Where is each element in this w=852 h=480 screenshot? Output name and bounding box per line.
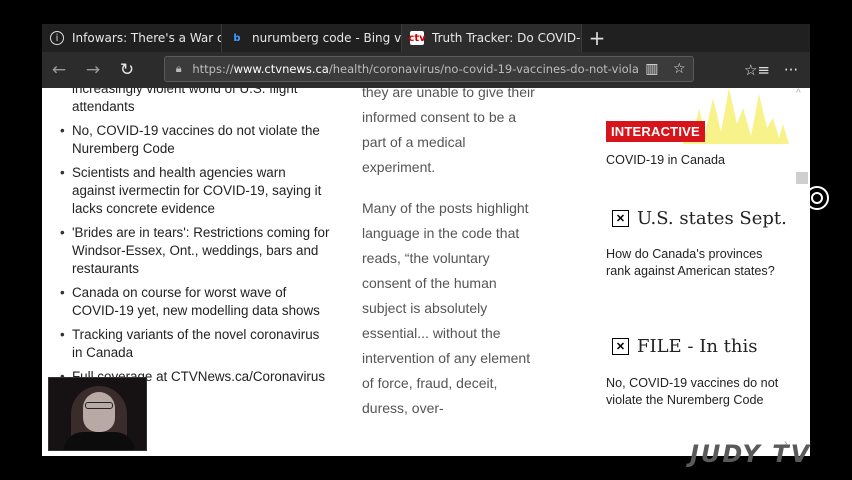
info-circle-icon: i — [50, 31, 64, 45]
image-alt-text: FILE - In this — [637, 336, 758, 357]
record-button[interactable] — [805, 186, 829, 210]
favorites-list-icon: ☆≡ — [743, 61, 770, 79]
sidebar-image[interactable]: ✕ U.S. states Sept. — [612, 208, 787, 229]
tab-bar: i Infowars: There's a War on F b nurumbe… — [42, 24, 810, 52]
lock-icon: 🔒︎ — [175, 62, 182, 75]
sidebar-headline[interactable]: How do Canada's provinces rank against A… — [606, 246, 786, 280]
url-text[interactable]: https://www.ctvnews.ca/health/coronaviru… — [192, 62, 638, 76]
article-paragraph: Many of the posts highlight language in … — [362, 200, 531, 416]
broken-image-icon: ✕ — [612, 210, 629, 227]
related-link[interactable]: 'Brides are in tears': Restrictions comi… — [60, 224, 332, 278]
tab-infowars[interactable]: i Infowars: There's a War on F — [42, 24, 222, 52]
image-alt-text: U.S. states Sept. — [637, 208, 787, 229]
sidebar-image[interactable]: ✕ FILE - In this — [612, 336, 757, 357]
address-bar[interactable]: 🔒︎ https://www.ctvnews.ca/health/coronav… — [164, 56, 694, 82]
scroll-up-arrow[interactable]: ^ — [796, 88, 801, 99]
article-paragraph: they are unable to give their informed c… — [362, 88, 535, 175]
scrollbar-thumb[interactable] — [796, 172, 808, 184]
browser-toolbar: ← → ↻ 🔒︎ https://www.ctvnews.ca/health/c… — [42, 52, 810, 88]
bing-icon: b — [233, 32, 241, 44]
favorite-star-icon[interactable]: ☆ — [666, 61, 693, 77]
related-links-list: No, COVID-19 vaccines do not violate the… — [60, 122, 332, 386]
refresh-button[interactable]: ↻ — [110, 52, 144, 88]
broken-image-icon: ✕ — [612, 338, 629, 355]
tab-truth-tracker[interactable]: ctv Truth Tracker: Do COVID-19 — [402, 24, 582, 52]
favorites-bar-button[interactable]: ☆≡ — [740, 52, 774, 88]
refresh-icon: ↻ — [119, 60, 135, 80]
related-link[interactable]: Tracking variants of the novel coronavir… — [60, 326, 332, 362]
related-link[interactable]: No, COVID-19 vaccines do not violate the… — [60, 122, 332, 158]
browser-window: i Infowars: There's a War on F b nurumbe… — [42, 24, 810, 456]
ellipsis-icon: ··· — [783, 61, 799, 79]
tab-label: nurumberg code - Bing vide — [252, 31, 401, 45]
interactive-badge: INTERACTIVE — [606, 121, 705, 142]
arrow-right-icon: → — [85, 60, 101, 80]
ctv-icon: ctv — [408, 31, 426, 45]
channel-watermark: JUDY TV — [690, 440, 812, 468]
webcam-person-face — [83, 392, 115, 432]
sidebar-headline[interactable]: COVID-19 in Canada — [606, 152, 786, 169]
related-link[interactable]: Scientists and health agencies warn agai… — [60, 164, 332, 218]
forward-button[interactable]: → — [76, 52, 110, 88]
reading-view-icon[interactable]: ▥ — [638, 61, 665, 77]
tab-label: Truth Tracker: Do COVID-19 — [432, 31, 581, 45]
related-links-column: increasingly violent world of U.S. fligh… — [60, 88, 332, 392]
webcam-overlay — [48, 377, 147, 451]
tab-bing[interactable]: b nurumberg code - Bing vide — [222, 24, 402, 52]
article-body: they are unable to give their informed c… — [362, 88, 542, 437]
arrow-left-icon: ← — [51, 60, 67, 80]
more-options-button[interactable]: ··· — [774, 52, 808, 88]
related-link-fragment[interactable]: increasingly violent world of U.S. fligh… — [72, 88, 332, 116]
url-path: /health/coronavirus/no-covid-19-vaccines… — [328, 62, 639, 76]
related-link[interactable]: Canada on course for worst wave of COVID… — [60, 284, 332, 320]
tab-label: Infowars: There's a War on F — [72, 31, 221, 45]
back-button[interactable]: ← — [42, 52, 76, 88]
url-prefix: https:// — [192, 62, 234, 76]
webcam-person-body — [63, 432, 135, 450]
web-page: increasingly violent world of U.S. fligh… — [42, 88, 810, 456]
webcam-person-glasses — [85, 402, 113, 409]
url-domain: www.ctvnews.ca — [233, 62, 329, 76]
new-tab-button[interactable]: + — [582, 24, 612, 52]
sidebar-headline[interactable]: No, COVID-19 vaccines do not violate the… — [606, 375, 786, 409]
